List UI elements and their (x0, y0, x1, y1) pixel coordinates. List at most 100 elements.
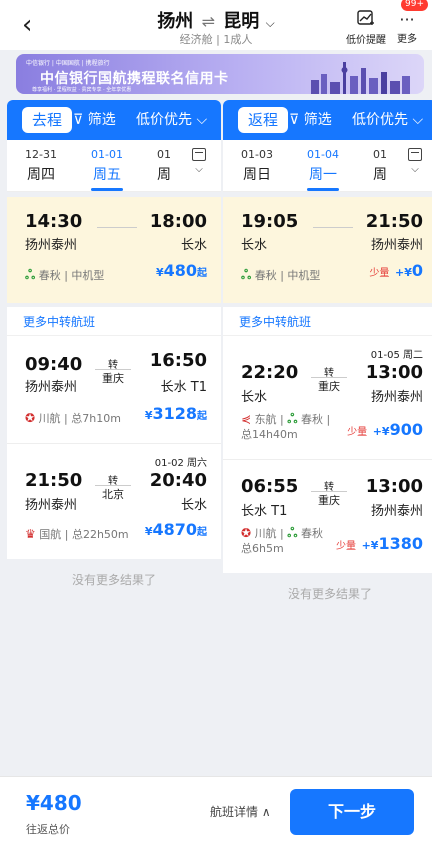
low-price-remind-label: 低价提醒 (346, 35, 386, 46)
sichuan-airlines-icon: ✪ (25, 411, 36, 425)
flight-price: ¥480起 (156, 261, 207, 280)
scarce-seats-tag: 少量 (369, 268, 390, 279)
route-line (97, 227, 137, 228)
outbound-date-item-partial[interactable]: 01 周 (157, 148, 171, 184)
more-button[interactable]: ··· 更多 (392, 10, 422, 45)
arr-time: 13:00 (365, 362, 423, 383)
dep-airport: 扬州泰州 (25, 238, 78, 253)
flight-detail-toggle[interactable]: 航班详情 ∧ (210, 803, 271, 820)
outbound-sort-dropdown[interactable]: 低价优先 ⌵ (136, 110, 207, 130)
trend-chart-icon (344, 10, 388, 31)
flight-price-diff: 少量 +¥0 (369, 261, 423, 280)
flight-price: ¥4870起 (145, 520, 207, 539)
return-calendar-button[interactable]: ⌵ (403, 148, 427, 175)
return-date-item-selected[interactable]: 01-04 周一 (301, 148, 345, 191)
more-dots-icon: ··· (399, 10, 415, 29)
transfer-label: 转 (108, 360, 118, 371)
price-value: 0 (411, 261, 423, 280)
airline-name: 国航 (39, 528, 62, 541)
arr-airport: 扬州泰州 (370, 238, 423, 253)
outbound-filter-button[interactable]: ⊽ 筛选 (73, 110, 116, 130)
china-eastern-icon: ⋞ (241, 412, 252, 426)
banner-title: 中信银行国航携程联名信用卡 (40, 71, 229, 87)
price-value: 1380 (378, 534, 423, 553)
chevron-down-icon: ⌵ (195, 164, 203, 175)
price-suffix: 起 (197, 411, 207, 422)
outbound-transfer-section-title: 更多中转航班 (7, 307, 221, 335)
duration: 总22h50m (71, 528, 129, 541)
plus-currency: +¥ (372, 425, 390, 438)
scarce-seats-tag: 少量 (336, 541, 357, 552)
return-transfer-card[interactable]: 01-05 周二 22:20 转 重庆 13:00 长水 扬州泰州 ⋞ 东航 |… (223, 335, 432, 459)
dep-airport: 扬州泰州 (25, 498, 78, 513)
return-filter-button[interactable]: ⊽ 筛选 (289, 110, 332, 130)
outbound-sort-label: 低价优先 (136, 112, 192, 128)
flight-price-diff: 少量 +¥1380 (336, 534, 423, 553)
air-china-icon: ♛ (25, 527, 36, 541)
outbound-transfer-card[interactable]: 01-02 周六 21:50 转 北京 20:40 扬州泰州 长水 ♛ 国航 |… (7, 443, 221, 559)
banner-tags: 尊享福利 · 里程权益 · 贵宾专享 · 全年享优惠 (32, 87, 132, 93)
price-suffix: 起 (197, 268, 207, 279)
arr-time: 21:50 (365, 211, 423, 232)
return-no-more-results: 没有更多结果了 (287, 587, 372, 601)
return-sort-dropdown[interactable]: 低价优先 ⌵ (352, 110, 423, 130)
swap-arrows-icon: ⇌ (201, 12, 215, 31)
airline-name: 东航 (254, 413, 277, 426)
aircraft-type: 中机型 (71, 269, 105, 282)
outbound-date-item[interactable]: 12-31 周四 (19, 148, 63, 184)
outbound-filter-label: 筛选 (87, 112, 116, 128)
scarce-seats-tag: 少量 (347, 427, 368, 438)
bottom-action-bar: ¥480 往返总价 航班详情 ∧ 下一步 (0, 776, 432, 845)
arr-time: 20:40 (149, 470, 207, 491)
currency-symbol: ¥ (155, 266, 164, 279)
outbound-transfer-card[interactable]: 09:40 转 重庆 16:50 扬州泰州 长水 T1 ✪ 川航 | 总7h10… (7, 335, 221, 443)
arr-time: 16:50 (149, 350, 207, 371)
transfer-city: 重庆 (102, 372, 124, 385)
arr-airport: 扬州泰州 (370, 390, 423, 405)
outbound-calendar-button[interactable]: ⌵ (187, 148, 211, 175)
arr-airport: 长水 (180, 498, 207, 513)
next-step-button[interactable]: 下一步 (290, 789, 414, 835)
weekday-label: 周日 (243, 167, 271, 183)
low-price-remind-button[interactable]: 低价提醒 (344, 10, 388, 46)
outbound-direct-flight-card[interactable]: 14:30 18:00 扬州泰州 长水 ஃ 春秋 | 中机型 ¥480起 (7, 197, 221, 303)
round-trip-total-price: ¥480 (26, 791, 82, 815)
airline-name: 川航 (254, 527, 277, 540)
outbound-date-bar: 12-31 周四 01-01 周五 01 周 ⌵ (7, 140, 221, 192)
weekday-label: 周 (373, 167, 387, 183)
spring-airlines-icon: ஃ (287, 526, 298, 541)
transfer-info: 转 北京 (93, 476, 133, 502)
more-label: 更多 (397, 34, 417, 45)
return-sort-label: 低价优先 (352, 112, 408, 128)
return-direct-flight-card[interactable]: 19:05 21:50 长水 扬州泰州 ஃ 春秋 | 中机型 少量 +¥0 (223, 197, 432, 303)
return-date-item[interactable]: 01-03 周日 (235, 148, 279, 184)
price-value: 480 (163, 261, 197, 280)
banner-logos: 中信银行 | 中国国航 | 携程旅行 (26, 60, 110, 67)
dep-time: 21:50 (25, 470, 83, 491)
chevron-down-icon: ⌵ (265, 16, 275, 30)
city-skyline-image (311, 62, 410, 94)
return-transfer-card[interactable]: 06:55 转 重庆 13:00 长水 T1 扬州泰州 ✪ 川航 | ஃ 春秋 … (223, 459, 432, 573)
outbound-date-item-selected[interactable]: 01-01 周五 (85, 148, 129, 191)
plus-currency: +¥ (394, 266, 412, 279)
duration: 总6h5m (241, 542, 284, 555)
calendar-icon (408, 148, 422, 161)
return-date-item-partial[interactable]: 01 周 (373, 148, 387, 184)
price-value: 3128 (152, 404, 197, 423)
duration: 总14h40m (241, 428, 298, 441)
return-filter-label: 筛选 (303, 112, 332, 128)
dep-time: 09:40 (25, 354, 83, 375)
transfer-label: 转 (324, 368, 334, 379)
date-label: 01-01 (91, 148, 123, 161)
flight-meta: ⋞ 东航 | ஃ 春秋 | 总14h40m (241, 412, 331, 441)
arr-time: 18:00 (149, 211, 207, 232)
credit-card-banner[interactable]: 中信银行 | 中国国航 | 携程旅行 中信银行国航携程联名信用卡 尊享福利 · … (16, 54, 424, 94)
airline-name: 川航 (38, 412, 61, 425)
transfer-label: 转 (324, 482, 334, 493)
transfer-city: 重庆 (318, 494, 340, 507)
date-label: 01-04 (307, 148, 339, 161)
transfer-city: 重庆 (318, 380, 340, 393)
return-trip-tab[interactable]: 返程 (238, 107, 289, 133)
outbound-trip-tab[interactable]: 去程 (22, 107, 73, 133)
calendar-icon (192, 148, 206, 161)
